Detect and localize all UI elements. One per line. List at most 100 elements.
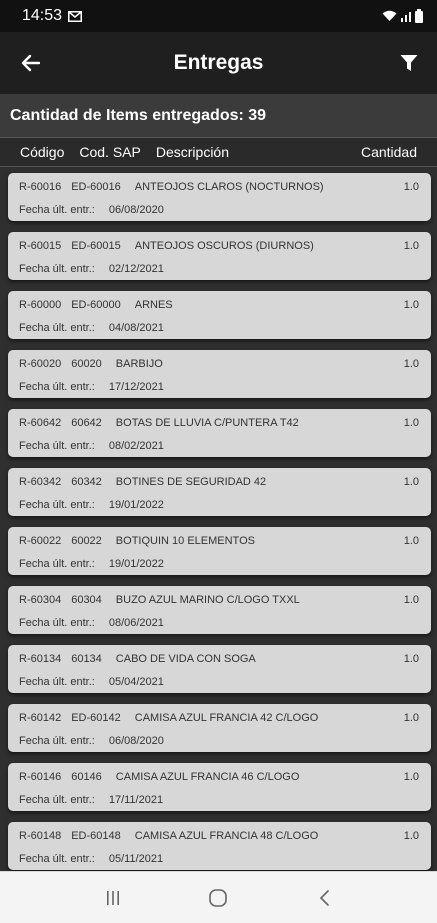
item-description: BOTIQUIN 10 ELEMENTOS [115, 535, 255, 547]
item-description: BARBIJO [115, 358, 163, 370]
item-date-row: Fecha últ. entr.: 19/01/2022 [19, 499, 164, 511]
item-quantity: 1.0 [403, 535, 419, 547]
item-date-row: Fecha últ. entr.: 05/04/2021 [19, 676, 164, 688]
item-date-row: Fecha últ. entr.: 17/12/2021 [19, 381, 164, 393]
deliveries-list[interactable]: R-60016 ED-60016 ANTEOJOS CLAROS (NOCTURNO… [0, 167, 437, 871]
item-date-label: Fecha últ. entr.: [19, 794, 95, 806]
item-code: R-60020 [19, 358, 62, 370]
item-date-label: Fecha últ. entr.: [19, 676, 95, 688]
item-description: BUZO AZUL MARINO C/LOGO TXXL [115, 594, 300, 606]
item-description: BOTAS DE LLUVIA C/PUNTERA T42 [115, 417, 299, 429]
item-main-row: R-60642 60642 BOTAS DE LLUVIA C/PUNTERA T4… [19, 417, 419, 429]
item-code: R-60016 [19, 181, 62, 193]
item-quantity: 1.0 [403, 240, 419, 252]
system-back-button[interactable] [304, 883, 344, 913]
item-main-row: R-60020 60020 BARBIJO 1.0 [19, 358, 419, 370]
item-main-row: R-60134 60134 CABO DE VIDA CON SOGA 1.0 [19, 653, 419, 665]
arrow-back-icon [20, 54, 40, 72]
item-main-row: R-60342 60342 BOTINES DE SEGURIDAD 42 1.0 [19, 476, 419, 488]
home-icon [208, 888, 228, 908]
item-quantity: 1.0 [403, 476, 419, 488]
column-quantity: Cantidad [360, 144, 417, 160]
item-date-row: Fecha últ. entr.: 06/08/2020 [19, 204, 164, 216]
delivery-item-card[interactable]: R-60142 ED-60142 CAMISA AZUL FRANCIA 42 C/… [8, 704, 431, 752]
item-main-row: R-60000 ED-60000 ARNES 1.0 [19, 299, 419, 311]
item-date: 19/01/2022 [108, 558, 164, 570]
delivery-item-card[interactable]: R-60020 60020 BARBIJO 1.0 Fecha últ. entr.: 1… [8, 350, 431, 398]
item-date-label: Fecha últ. entr.: [19, 263, 95, 275]
delivery-item-card[interactable]: R-60134 60134 CABO DE VIDA CON SOGA 1.0 Fech… [8, 645, 431, 693]
item-date-row: Fecha últ. entr.: 06/08/2020 [19, 735, 164, 747]
delivery-item-card[interactable]: R-60642 60642 BOTAS DE LLUVIA C/PUNTERA T4… [8, 409, 431, 457]
item-date: 17/11/2021 [108, 794, 164, 806]
column-header: Código Cod. SAP Descripción Cantidad [0, 137, 437, 167]
item-main-row: R-60015 ED-60015 ANTEOJOS OSCUROS (DIURNOS… [19, 240, 419, 252]
item-date: 05/11/2021 [108, 853, 164, 865]
delivery-item-card[interactable]: R-60015 ED-60015 ANTEOJOS OSCUROS (DIURNOS… [8, 232, 431, 280]
item-quantity: 1.0 [403, 417, 419, 429]
delivery-item-card[interactable]: R-60000 ED-60000 ARNES 1.0 Fecha últ. entr.:… [8, 291, 431, 339]
item-quantity: 1.0 [403, 771, 419, 783]
status-bar: 14:53 [0, 0, 437, 32]
item-date-label: Fecha últ. entr.: [19, 381, 95, 393]
item-code: R-60304 [19, 594, 62, 606]
home-button[interactable] [198, 883, 238, 913]
item-date-label: Fecha últ. entr.: [19, 558, 95, 570]
item-date-row: Fecha últ. entr.: 17/11/2021 [19, 794, 163, 806]
item-code: R-60146 [19, 771, 62, 783]
mail-icon [68, 10, 83, 22]
item-description: CAMISA AZUL FRANCIA 48 C/LOGO [134, 830, 319, 842]
item-quantity: 1.0 [403, 181, 419, 193]
item-description: CABO DE VIDA CON SOGA [115, 653, 256, 665]
delivery-item-card[interactable]: R-60146 60146 CAMISA AZUL FRANCIA 46 C/LOG… [8, 763, 431, 811]
battery-icon [415, 9, 423, 23]
item-date: 19/01/2022 [108, 499, 164, 511]
column-description: Descripción [155, 144, 229, 160]
item-code: R-60342 [19, 476, 62, 488]
item-quantity: 1.0 [403, 712, 419, 724]
item-date: 17/12/2021 [108, 381, 164, 393]
item-code: R-60148 [19, 830, 62, 842]
item-quantity: 1.0 [403, 594, 419, 606]
filter-button[interactable] [397, 51, 421, 75]
delivery-item-card[interactable]: R-60022 60022 BOTIQUIN 10 ELEMENTOS 1.0 Fech… [8, 527, 431, 575]
item-description: CAMISA AZUL FRANCIA 42 C/LOGO [134, 712, 319, 724]
item-code: R-60642 [19, 417, 62, 429]
recent-apps-button[interactable] [93, 883, 133, 913]
app-bar: Entregas [0, 32, 437, 94]
item-date: 06/08/2020 [108, 204, 164, 216]
back-button[interactable] [18, 51, 42, 75]
item-date: 08/02/2021 [108, 440, 164, 452]
column-code: Código [20, 144, 65, 160]
delivery-item-card[interactable]: R-60148 ED-60148 CAMISA AZUL FRANCIA 48 C/… [8, 822, 431, 870]
item-date: 04/08/2021 [108, 322, 164, 334]
item-sap-code: 60134 [71, 653, 102, 665]
status-time: 14:53 [22, 7, 63, 24]
column-sap: Cod. SAP [79, 144, 141, 160]
item-sap-code: 60146 [71, 771, 102, 783]
filter-icon [400, 54, 418, 72]
item-date-row: Fecha últ. entr.: 19/01/2022 [19, 558, 164, 570]
wifi-icon [382, 10, 397, 22]
item-description: ARNES [134, 299, 173, 311]
item-date: 06/08/2020 [108, 735, 164, 747]
delivery-item-card[interactable]: R-60016 ED-60016 ANTEOJOS CLAROS (NOCTURNO… [8, 173, 431, 221]
page-title: Entregas [173, 51, 264, 74]
item-main-row: R-60016 ED-60016 ANTEOJOS CLAROS (NOCTURNO… [19, 181, 419, 193]
item-main-row: R-60146 60146 CAMISA AZUL FRANCIA 46 C/LOG… [19, 771, 419, 783]
item-main-row: R-60022 60022 BOTIQUIN 10 ELEMENTOS 1.0 [19, 535, 419, 547]
item-code: R-60022 [19, 535, 62, 547]
item-date: 05/04/2021 [108, 676, 164, 688]
recent-apps-icon [105, 890, 121, 906]
items-summary: Cantidad de Items entregados: 39 [0, 94, 437, 137]
item-date-row: Fecha últ. entr.: 05/11/2021 [19, 853, 163, 865]
item-code: R-60134 [19, 653, 62, 665]
item-date-label: Fecha últ. entr.: [19, 853, 95, 865]
delivery-item-card[interactable]: R-60304 60304 BUZO AZUL MARINO C/LOGO TXXL… [8, 586, 431, 634]
item-quantity: 1.0 [403, 358, 419, 370]
delivery-item-card[interactable]: R-60342 60342 BOTINES DE SEGURIDAD 42 1.0 Fe… [8, 468, 431, 516]
item-quantity: 1.0 [403, 830, 419, 842]
item-sap-code: ED-60016 [71, 181, 121, 193]
item-sap-code: ED-60015 [71, 240, 121, 252]
item-code: R-60000 [19, 299, 62, 311]
